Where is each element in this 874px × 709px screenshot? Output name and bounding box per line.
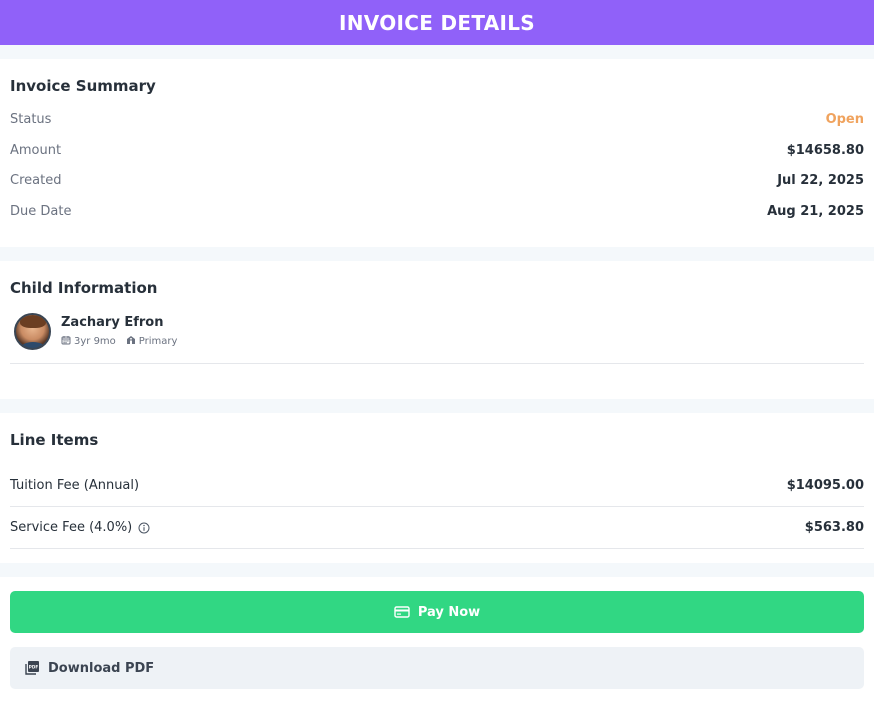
child-information-title: Child Information [10,279,158,297]
amount-value: $14658.80 [786,142,864,158]
child-meta: 3yr 9mo Primary [61,335,177,348]
avatar [14,313,51,350]
pay-now-button[interactable]: Pay Now [10,591,864,633]
page-header: INVOICE DETAILS [0,0,874,45]
child-age: 3yr 9mo [61,335,116,348]
child-level-text: Primary [138,336,178,347]
invoice-summary-rows: Status Open Amount $14658.80 Created Jul… [10,104,864,227]
amount-row: Amount $14658.80 [10,135,864,166]
status-label: Status [10,111,52,127]
status-row: Status Open [10,104,864,135]
child-item[interactable]: Zachary Efron 3yr 9mo Primary [10,313,864,364]
child-age-text: 3yr 9mo [74,336,116,347]
due-date-label: Due Date [10,203,72,219]
actions-card: Pay Now PDF Download PDF [0,577,874,709]
invoice-summary-title: Invoice Summary [10,77,156,95]
line-item-service-fee: Service Fee (4.0%) $563.80 [10,507,864,549]
created-value: Jul 22, 2025 [777,173,864,189]
credit-card-icon [394,604,410,620]
info-icon[interactable] [138,522,150,534]
line-item-tuition: Tuition Fee (Annual) $14095.00 [10,465,864,507]
svg-text:PDF: PDF [29,664,39,669]
calendar-icon [61,335,71,348]
line-item-amount: $563.80 [804,520,864,535]
invoice-summary-card: Invoice Summary Status Open Amount $1465… [0,59,874,247]
created-row: Created Jul 22, 2025 [10,165,864,196]
child-name: Zachary Efron [61,315,164,330]
line-item-amount: $14095.00 [786,478,864,493]
child-details: Zachary Efron 3yr 9mo Primary [61,315,177,348]
line-items-list: Tuition Fee (Annual) $14095.00 Service F… [10,465,864,549]
amount-label: Amount [10,142,62,158]
child-information-card: Child Information Zachary Efron 3yr 9mo … [0,261,874,399]
pdf-icon: PDF [24,660,40,676]
child-level: Primary [126,335,178,348]
due-date-row: Due Date Aug 21, 2025 [10,196,864,227]
line-item-label: Service Fee (4.0%) [10,520,133,535]
line-items-title: Line Items [10,431,99,449]
line-item-label: Tuition Fee (Annual) [10,478,140,493]
created-label: Created [10,173,62,189]
school-icon [126,335,136,348]
due-date-value: Aug 21, 2025 [767,203,864,219]
status-badge: Open [825,111,864,127]
line-item-label-wrap: Service Fee (4.0%) [10,520,150,535]
pay-now-label: Pay Now [417,604,481,620]
line-items-card: Line Items Tuition Fee (Annual) $14095.0… [0,413,874,563]
download-pdf-label: Download PDF [48,660,155,676]
download-pdf-button[interactable]: PDF Download PDF [10,647,864,689]
page-title: INVOICE DETAILS [339,10,535,35]
